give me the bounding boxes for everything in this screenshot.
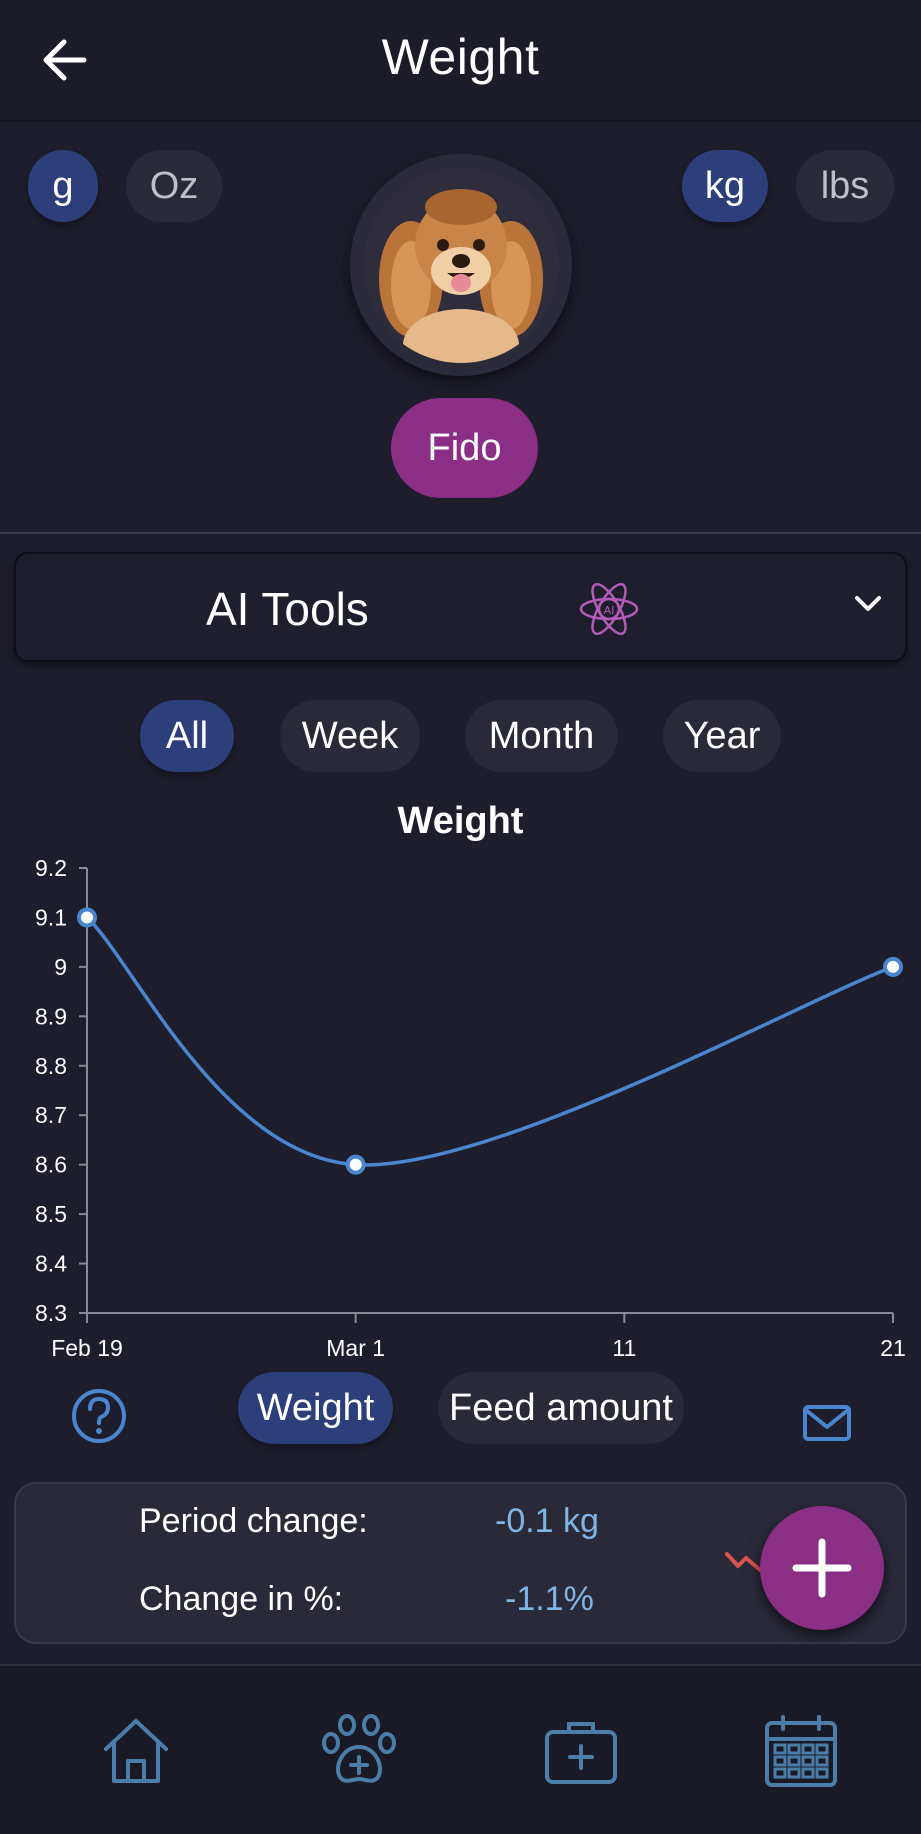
app-header: Weight [0,0,921,122]
percent-change-value: -1.1% [505,1580,594,1618]
help-icon[interactable] [70,1387,128,1445]
bottom-navigation [0,1664,921,1834]
pet-name-button[interactable]: Fido [391,398,538,498]
paw-plus-icon [322,1714,396,1783]
range-week-tab[interactable]: Week [280,700,420,772]
x-tick-label: 11 [612,1335,636,1361]
unit-lbs-button[interactable]: lbs [796,150,894,222]
metric-feed-amount-tab[interactable]: Feed amount [438,1372,684,1444]
y-tick-label: 8.3 [35,1300,67,1326]
unit-oz-button[interactable]: Oz [126,150,222,222]
unit-g-button[interactable]: g [28,150,98,222]
y-tick-label: 8.8 [35,1053,67,1079]
section-divider [0,532,921,534]
series-line [85,916,894,1167]
period-change-label: Period change: [139,1502,368,1540]
x-tick-label: 21 [880,1335,906,1361]
nav-home[interactable] [91,1706,181,1796]
ai-tools-dropdown[interactable]: AI Tools AI [14,552,907,662]
y-tick-label: 8.6 [35,1152,67,1178]
y-tick-label: 9.1 [35,904,67,930]
y-tick-label: 8.9 [35,1003,67,1029]
calendar-icon [765,1715,837,1787]
home-icon [104,1719,168,1783]
ai-atom-icon: AI [579,582,639,636]
unit-kg-button[interactable]: kg [682,150,768,222]
chevron-down-icon [855,596,881,611]
x-tick-label: Feb 19 [51,1335,123,1361]
chart-title: Weight [397,800,524,842]
range-month-tab[interactable]: Month [465,700,618,772]
y-tick-label: 9 [54,954,67,980]
svg-text:AI: AI [604,604,615,617]
metric-weight-tab[interactable]: Weight [238,1372,393,1444]
add-entry-button[interactable] [760,1506,884,1630]
nav-calendar[interactable] [756,1706,846,1796]
ai-tools-label: AI Tools [206,583,369,635]
period-change-value: -0.1 kg [495,1502,599,1540]
nav-medical[interactable] [536,1706,626,1796]
percent-change-label: Change in %: [139,1580,344,1618]
page-title: Weight [381,29,540,85]
range-all-tab[interactable]: All [140,700,234,772]
cocker-spaniel-avatar [363,167,559,363]
x-tick-label: Mar 1 [326,1335,385,1361]
nav-pet[interactable] [314,1706,404,1796]
y-tick-label: 8.5 [35,1201,67,1227]
range-year-tab[interactable]: Year [663,700,781,772]
y-tick-label: 8.7 [35,1102,67,1128]
mail-icon[interactable] [802,1403,852,1443]
first-aid-kit-icon [545,1722,617,1784]
y-tick-label: 9.2 [35,855,67,881]
data-point [77,907,97,928]
y-tick-label: 8.4 [35,1251,67,1277]
data-point [883,956,903,977]
pet-avatar[interactable] [350,154,572,376]
plus-icon [792,1538,852,1598]
weight-chart: 9.2 9.1 9 8.9 8.8 8.7 8.6 8.5 8.4 8.3 Feb 19 Mar 1 1… [35,855,906,1361]
data-point [345,1154,366,1175]
